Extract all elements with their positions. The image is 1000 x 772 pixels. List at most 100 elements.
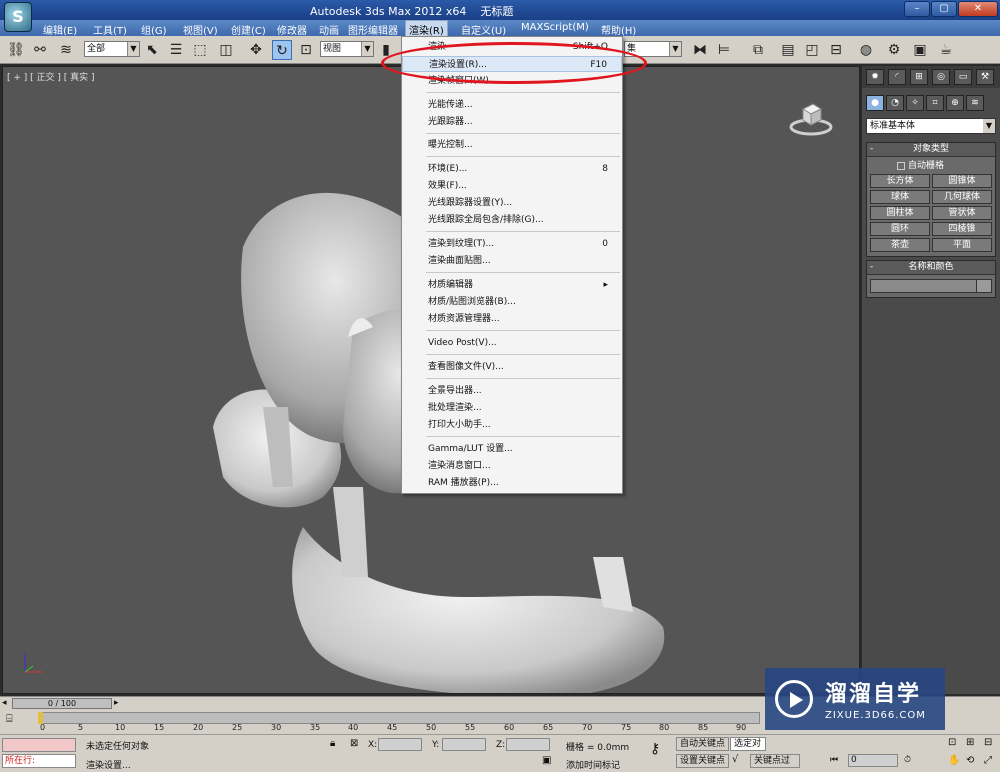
link-icon[interactable]: ⛓: [6, 40, 26, 60]
select-object-icon[interactable]: ⬉: [142, 40, 162, 60]
rotate-icon[interactable]: ↻: [272, 40, 292, 60]
material-editor-icon[interactable]: ◍: [856, 40, 876, 60]
bind-space-warp-icon[interactable]: ≋: [56, 40, 76, 60]
object-type-header[interactable]: - 对象类型: [867, 143, 995, 157]
autogrid-checkbox[interactable]: 自动栅格: [867, 157, 995, 172]
geosphere-button[interactable]: 几何球体: [932, 190, 992, 204]
rendered-frame-window-icon[interactable]: ▣: [910, 40, 930, 60]
menu-render-message-window[interactable]: 渲染消息窗口...: [402, 458, 622, 474]
menu-panorama-exporter[interactable]: 全景导出器...: [402, 383, 622, 399]
menu-effects[interactable]: 效果(F)...: [402, 178, 622, 194]
z-coordinate-field[interactable]: [506, 738, 550, 751]
prev-frame-icon[interactable]: ◂: [2, 698, 7, 708]
maximize-viewport-icon[interactable]: ⤢: [984, 755, 992, 766]
time-config-icon[interactable]: ⏱: [904, 755, 911, 765]
modify-tab-icon[interactable]: ◜: [888, 69, 906, 85]
cone-button[interactable]: 圆锥体: [932, 174, 992, 188]
box-button[interactable]: 长方体: [870, 174, 930, 188]
mini-curve-editor-icon[interactable]: ⌸: [6, 712, 26, 726]
time-tag-icon[interactable]: ▣: [542, 755, 551, 766]
object-color-swatch[interactable]: [976, 279, 992, 293]
set-key-button[interactable]: 设置关键点: [676, 754, 730, 768]
key-filter-icon[interactable]: √: [732, 754, 738, 765]
menu-ram-player[interactable]: RAM 播放器(P)...: [402, 475, 622, 491]
tube-button[interactable]: 管状体: [932, 206, 992, 220]
menu-render-to-texture[interactable]: 渲染到纹理(T)... 0: [402, 236, 622, 252]
reference-coord-dropdown[interactable]: 视图 ▼: [320, 41, 374, 57]
menu-batch-render[interactable]: 批处理渲染...: [402, 400, 622, 416]
orbit-icon[interactable]: ⟲: [966, 755, 974, 766]
key-filters-button[interactable]: 关键点过滤器...: [750, 754, 800, 768]
motion-tab-icon[interactable]: ◎: [932, 69, 950, 85]
absolute-mode-icon[interactable]: ⊠: [350, 738, 358, 749]
time-slider[interactable]: 0 / 100: [12, 698, 112, 709]
menu-raytracer-settings[interactable]: 光线跟踪器设置(Y)...: [402, 195, 622, 211]
layer-manager-icon[interactable]: ⧉: [748, 40, 768, 60]
selection-filter-dropdown[interactable]: 全部 ▼: [84, 41, 140, 57]
move-icon[interactable]: ✥: [246, 40, 266, 60]
render-setup-icon[interactable]: ⚙: [884, 40, 904, 60]
render-production-icon[interactable]: ☕: [936, 40, 956, 60]
zoom-all-icon[interactable]: ⊞: [966, 737, 974, 748]
teapot-button[interactable]: 茶壶: [870, 238, 930, 252]
name-color-header[interactable]: - 名称和颜色: [867, 261, 995, 275]
primitive-type-dropdown[interactable]: 标准基本体 ▼: [866, 118, 996, 134]
torus-button[interactable]: 圆环: [870, 222, 930, 236]
menu-video-post[interactable]: Video Post(V)...: [402, 335, 622, 351]
maximize-button[interactable]: ▢: [931, 1, 957, 17]
menu-render-surface-map[interactable]: 渲染曲面贴图...: [402, 253, 622, 269]
geometry-icon[interactable]: ●: [866, 95, 884, 111]
menu-maxscript[interactable]: MAXScript(M): [518, 21, 592, 34]
current-frame-field[interactable]: 0: [848, 754, 898, 767]
cameras-icon[interactable]: ⌗: [926, 95, 944, 111]
schematic-view-icon[interactable]: ⊟: [826, 40, 846, 60]
minimize-button[interactable]: –: [904, 1, 930, 17]
x-coordinate-field[interactable]: [378, 738, 422, 751]
mirror-icon[interactable]: ⧓: [690, 40, 710, 60]
lights-icon[interactable]: ✧: [906, 95, 924, 111]
space-warps-icon[interactable]: ≋: [966, 95, 984, 111]
auto-key-button[interactable]: 自动关键点: [676, 737, 730, 751]
app-logo-icon[interactable]: S: [4, 2, 32, 32]
close-button[interactable]: ✕: [958, 1, 998, 17]
create-tab-icon[interactable]: ✹: [866, 69, 884, 85]
menu-exposure-control[interactable]: 曝光控制...: [402, 137, 622, 153]
viewport-label[interactable]: [ + ] [ 正交 ] [ 真实 ]: [7, 70, 95, 83]
menu-material-explorer[interactable]: 材质资源管理器...: [402, 311, 622, 327]
menu-light-tracer[interactable]: 光跟踪器...: [402, 114, 622, 130]
zoom-region-icon[interactable]: ⊟: [984, 737, 992, 748]
utilities-tab-icon[interactable]: ⚒: [976, 69, 994, 85]
menu-environment[interactable]: 环境(E)... 8: [402, 161, 622, 177]
menu-view-image-file[interactable]: 查看图像文件(V)...: [402, 359, 622, 375]
add-time-tag[interactable]: 添加时间标记: [566, 758, 620, 771]
rectangle-selection-icon[interactable]: ⬚: [190, 40, 210, 60]
go-to-start-icon[interactable]: ⏮: [830, 755, 838, 765]
display-tab-icon[interactable]: ▭: [954, 69, 972, 85]
object-name-field[interactable]: [870, 279, 992, 293]
select-by-name-icon[interactable]: ☰: [166, 40, 186, 60]
window-crossing-icon[interactable]: ◫: [216, 40, 236, 60]
shapes-icon[interactable]: ◔: [886, 95, 904, 111]
cylinder-button[interactable]: 圆柱体: [870, 206, 930, 220]
listener-line[interactable]: 所在行:: [2, 754, 76, 768]
hierarchy-tab-icon[interactable]: ⊞: [910, 69, 928, 85]
track-ruler[interactable]: [38, 712, 760, 724]
scale-icon[interactable]: ⊡: [296, 40, 316, 60]
menu-print-size-assistant[interactable]: 打印大小助手...: [402, 417, 622, 433]
menu-gamma-lut-setup[interactable]: Gamma/LUT 设置...: [402, 441, 622, 457]
plane-button[interactable]: 平面: [932, 238, 992, 252]
sphere-button[interactable]: 球体: [870, 190, 930, 204]
pan-icon[interactable]: ✋: [948, 755, 960, 766]
key-set-dropdown[interactable]: 选定对象: [730, 737, 766, 751]
next-frame-icon[interactable]: ▸: [114, 698, 119, 708]
helpers-icon[interactable]: ⊕: [946, 95, 964, 111]
curve-editor-icon[interactable]: ◰: [802, 40, 822, 60]
menu-radiosity[interactable]: 光能传递...: [402, 97, 622, 113]
y-coordinate-field[interactable]: [442, 738, 486, 751]
maxscript-mini-listener[interactable]: [2, 738, 76, 752]
key-icon[interactable]: ⚷: [650, 741, 660, 757]
zoom-extents-icon[interactable]: ⊡: [948, 737, 956, 748]
graphite-ribbon-icon[interactable]: ▤: [778, 40, 798, 60]
viewcube-icon[interactable]: [789, 97, 833, 137]
menu-material-map-browser[interactable]: 材质/贴图浏览器(B)...: [402, 294, 622, 310]
